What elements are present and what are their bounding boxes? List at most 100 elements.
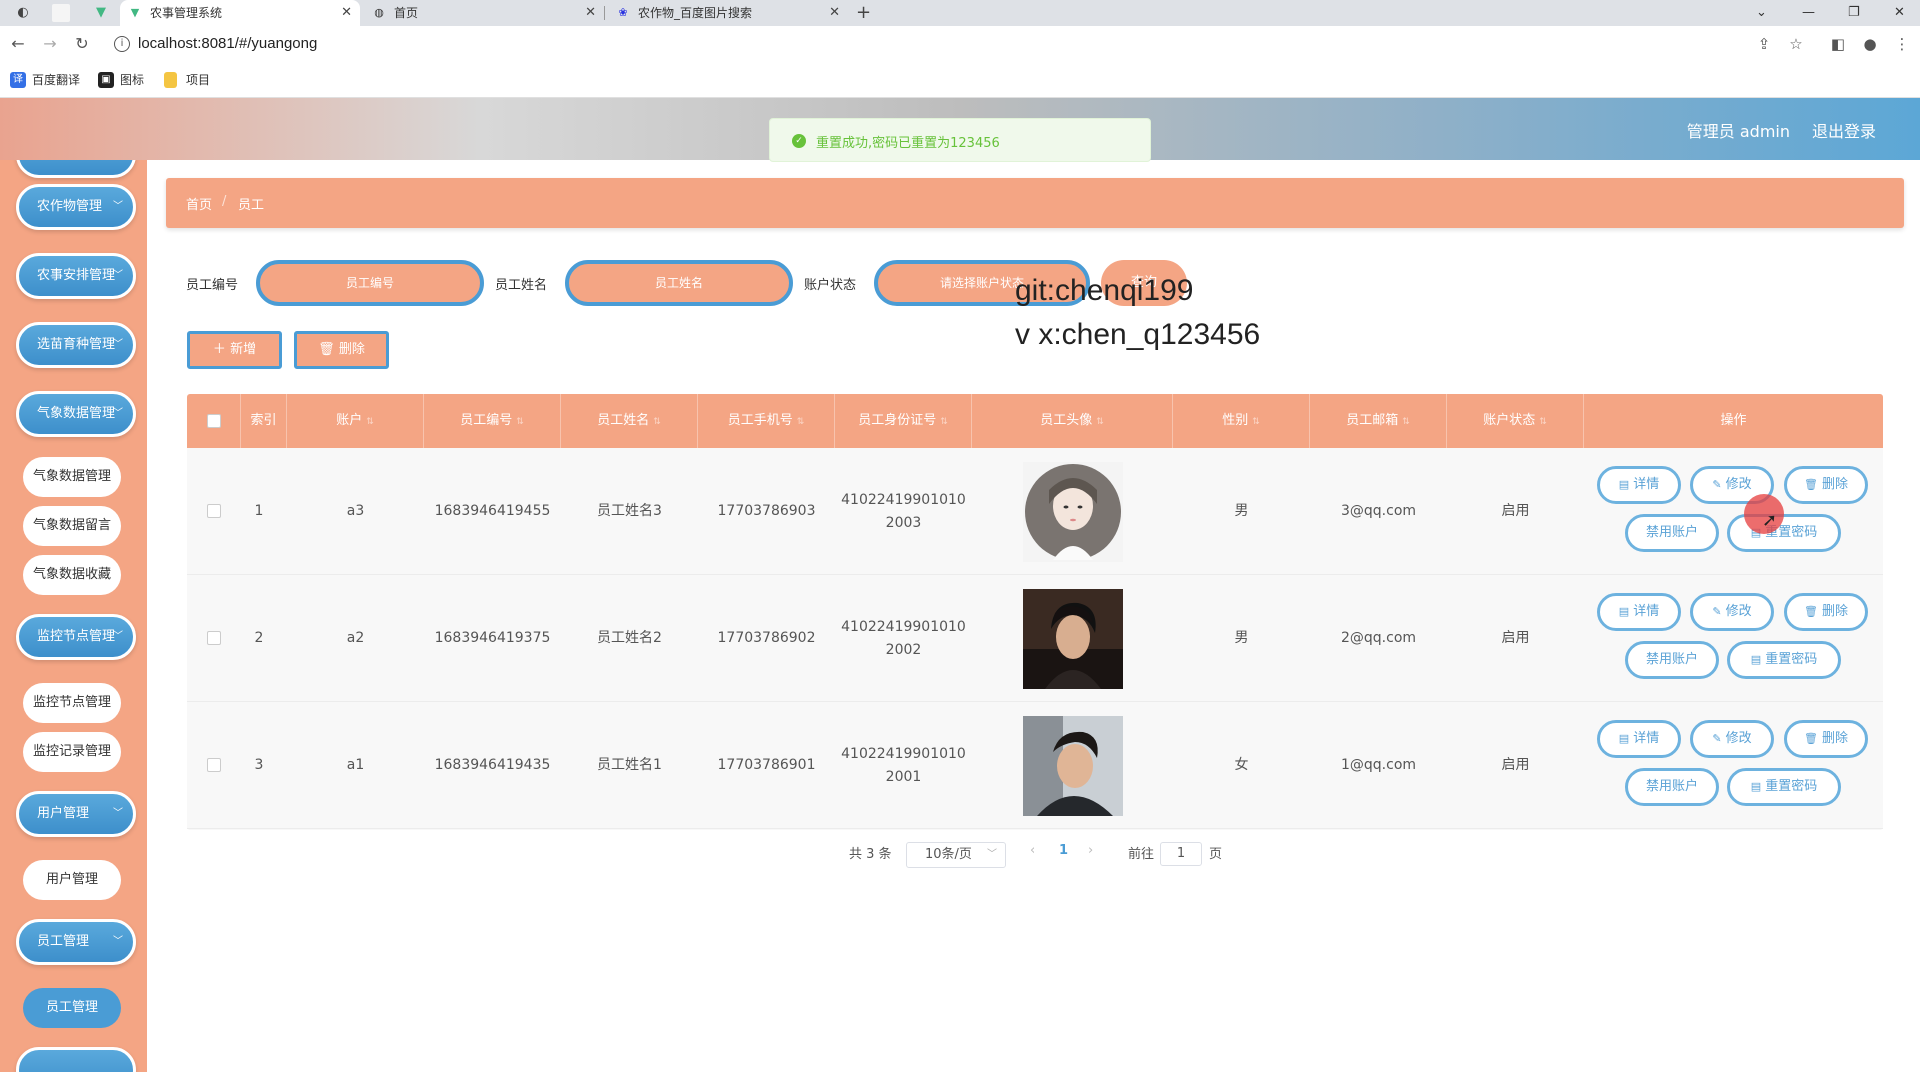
select-all-checkbox[interactable]	[207, 414, 221, 428]
info-icon[interactable]: i	[114, 36, 130, 52]
sidebar-item-weather-comments[interactable]: 气象数据留言	[23, 506, 121, 546]
col-account[interactable]: 账户 ⇅	[287, 394, 424, 448]
kebab-menu-icon[interactable]: ⋮	[1892, 34, 1912, 54]
reset-password-button[interactable]: ▤重置密码	[1727, 768, 1841, 806]
close-icon[interactable]: ✕	[341, 0, 352, 26]
window-close-icon[interactable]: ✕	[1894, 0, 1905, 26]
sidebar-item-partial[interactable]	[16, 160, 136, 178]
detail-button[interactable]: ▤ 详情	[1597, 593, 1681, 631]
next-page-icon[interactable]: ›	[1088, 843, 1093, 858]
col-gender[interactable]: 性别 ⇅	[1173, 394, 1310, 448]
emp-name-input[interactable]: 员工姓名	[565, 260, 793, 306]
detail-button[interactable]: ▤ 详情	[1597, 720, 1681, 758]
col-phone[interactable]: 员工手机号 ⇅	[698, 394, 835, 448]
star-icon[interactable]: ☆	[1786, 34, 1806, 54]
sidebar-item-users[interactable]: 用户管理	[23, 860, 121, 900]
sort-icon[interactable]: ⇅	[1402, 417, 1410, 427]
sidebar-item-weather-favorites[interactable]: 气象数据收藏	[23, 555, 121, 595]
sidebar-item-partial-bottom[interactable]	[16, 1047, 136, 1072]
back-icon[interactable]: ←	[8, 34, 28, 54]
tab-search-icon[interactable]: ⌄	[1756, 0, 1767, 26]
col-name[interactable]: 员工姓名 ⇅	[561, 394, 698, 448]
browser-menu-icon[interactable]: ◐	[14, 4, 32, 22]
sidebar-group-users[interactable]: 用户管理 ﹀	[16, 791, 136, 837]
sidebar-item-employees[interactable]: 员工管理	[23, 988, 121, 1028]
sidebar-item-monitor-records[interactable]: 监控记录管理	[23, 732, 121, 772]
row-checkbox[interactable]	[207, 504, 221, 518]
share-icon[interactable]: ⇪	[1754, 34, 1774, 54]
forward-icon[interactable]: →	[40, 34, 60, 54]
col-email[interactable]: 员工邮箱 ⇅	[1310, 394, 1447, 448]
sidebar-group-weather[interactable]: 气象数据管理 ﹀	[16, 391, 136, 437]
col-emp-no[interactable]: 员工编号 ⇅	[424, 394, 561, 448]
close-icon[interactable]: ✕	[829, 0, 840, 26]
sort-icon[interactable]: ⇅	[1096, 417, 1104, 427]
cell-phone: 17703786901	[717, 757, 816, 773]
avatar-female-illustration[interactable]	[1022, 461, 1123, 562]
col-avatar[interactable]: 员工头像 ⇅	[972, 394, 1173, 448]
detail-button[interactable]: ▤ 详情	[1597, 466, 1681, 504]
tab-baidu-images[interactable]: ❀ 农作物_百度图片搜索 ✕	[608, 0, 848, 26]
chevron-down-icon: ﹀	[113, 808, 123, 819]
delete-button[interactable]: 🗑 删除	[1784, 593, 1868, 631]
row-checkbox[interactable]	[207, 758, 221, 772]
sidebar-group-employees[interactable]: 员工管理 ﹀	[16, 919, 136, 965]
page-number-current[interactable]: 1	[1059, 843, 1068, 858]
profile-icon[interactable]: ●	[1860, 34, 1880, 54]
restore-icon[interactable]: ❐	[1848, 0, 1860, 26]
new-tab-icon[interactable]: +	[856, 0, 871, 26]
tab-app[interactable]: ▼ 农事管理系统 ✕	[120, 0, 360, 26]
row-checkbox[interactable]	[207, 631, 221, 645]
emp-no-input[interactable]: 员工编号	[256, 260, 484, 306]
delete-button[interactable]: 🗑 删除	[1784, 720, 1868, 758]
cell-account: a2	[346, 630, 365, 646]
avatar-male-photo[interactable]	[1022, 715, 1123, 816]
breadcrumb-home[interactable]: 首页	[186, 194, 212, 213]
sort-icon[interactable]: ⇅	[653, 417, 661, 427]
page-size-select[interactable]: 10条/页 ﹀	[906, 842, 1006, 868]
disable-account-button[interactable]: 禁用账户	[1625, 514, 1719, 552]
sidebar-item-monitor-nodes[interactable]: 监控节点管理	[23, 683, 121, 723]
add-button[interactable]: ＋ 新增	[187, 331, 282, 369]
delete-button[interactable]: 🗑 删除	[1784, 466, 1868, 504]
bookmark-project[interactable]: 项目	[164, 71, 210, 89]
bookmark-icons[interactable]: ▣ 图标	[98, 71, 144, 89]
disable-account-button[interactable]: 禁用账户	[1625, 768, 1719, 806]
sidepanel-icon[interactable]: ◧	[1828, 34, 1848, 54]
user-label: 管理员 admin	[1686, 122, 1790, 141]
sort-icon[interactable]: ⇅	[1539, 417, 1547, 427]
url-field[interactable]: localhost:8081/#/yuangong	[138, 35, 317, 52]
vue-tab-icon[interactable]: ▼	[92, 4, 110, 22]
bookmark-baidu-translate[interactable]: 译 百度翻译	[10, 71, 80, 89]
reload-icon[interactable]: ↻	[72, 34, 92, 54]
sort-icon[interactable]: ⇅	[366, 417, 374, 427]
logout-link[interactable]: 退出登录	[1812, 118, 1876, 142]
batch-delete-button[interactable]: 🗑 删除	[294, 331, 389, 369]
sort-icon[interactable]: ⇅	[797, 417, 805, 427]
chevron-down-icon: ﹀	[113, 936, 123, 947]
sidebar-group-seedling[interactable]: 选苗育种管理 ﹀	[16, 322, 136, 368]
pinned-tab-icon[interactable]	[52, 4, 70, 22]
sort-icon[interactable]: ⇅	[516, 417, 524, 427]
goto-page-input[interactable]: 1	[1160, 842, 1202, 866]
emp-no-label: 员工编号	[186, 278, 239, 293]
sort-icon[interactable]: ⇅	[1252, 417, 1260, 427]
cell-gender: 女	[1234, 757, 1249, 773]
tab-home[interactable]: ◍ 首页 ✕	[364, 0, 605, 26]
sort-icon[interactable]: ⇅	[940, 417, 948, 427]
prev-page-icon[interactable]: ‹	[1030, 843, 1035, 858]
col-status[interactable]: 账户状态 ⇅	[1447, 394, 1584, 448]
sidebar-group-farming[interactable]: 农事安排管理 ﹀	[16, 253, 136, 299]
reset-password-button[interactable]: ▤重置密码	[1727, 641, 1841, 679]
avatar-male-photo[interactable]	[1022, 588, 1123, 689]
sidebar-group-crops[interactable]: 农作物管理 ﹀	[16, 184, 136, 230]
sidebar-group-monitor[interactable]: 监控节点管理 ﹀	[16, 614, 136, 660]
col-id-card[interactable]: 员工身份证号 ⇅	[835, 394, 972, 448]
status-label: 账户状态	[804, 278, 857, 293]
minimize-icon[interactable]: —	[1802, 0, 1815, 26]
sidebar-item-weather-data[interactable]: 气象数据管理	[23, 457, 121, 497]
disable-account-button[interactable]: 禁用账户	[1625, 641, 1719, 679]
edit-button[interactable]: ✎ 修改	[1690, 720, 1774, 758]
close-icon[interactable]: ✕	[585, 0, 596, 26]
edit-button[interactable]: ✎ 修改	[1690, 593, 1774, 631]
